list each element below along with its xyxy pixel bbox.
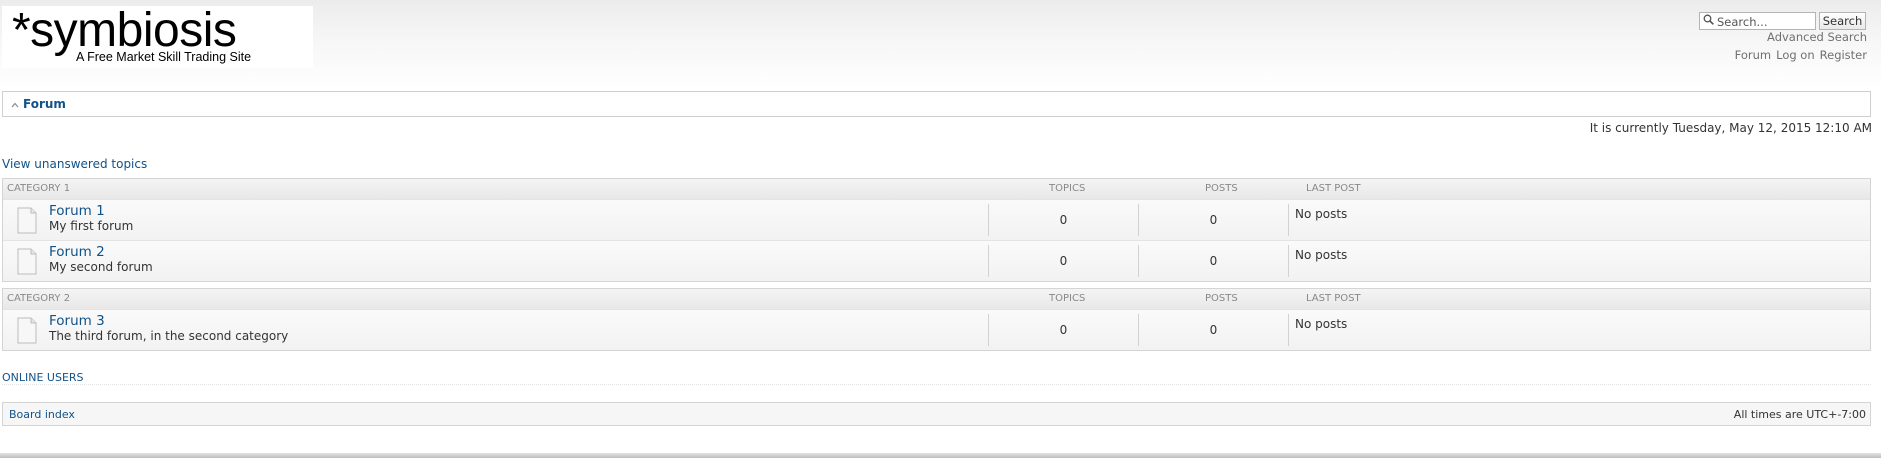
header-link-register[interactable]: Register: [1820, 48, 1867, 62]
column-header-topics: TOPICS: [1049, 293, 1086, 304]
last-post: No posts: [1288, 314, 1868, 346]
header-link-forum[interactable]: Forum: [1735, 48, 1771, 62]
online-users-heading[interactable]: ONLINE USERS: [2, 371, 84, 384]
forum-title-link[interactable]: Forum 3: [49, 313, 105, 329]
nav-bar: Forum: [2, 91, 1871, 117]
forum-title-link[interactable]: Forum 2: [49, 244, 105, 260]
column-header-last-post: LAST POST: [1306, 183, 1361, 194]
current-time: It is currently Tuesday, May 12, 2015 12…: [1589, 121, 1872, 135]
chevron-up-icon[interactable]: [11, 102, 19, 108]
category-block-2: CATEGORY 2 TOPICS POSTS LAST POST Forum …: [2, 288, 1871, 351]
forum-read-icon: [17, 317, 37, 344]
advanced-search-link[interactable]: Advanced Search: [1767, 30, 1867, 44]
column-header-posts: POSTS: [1205, 293, 1238, 304]
column-header-last-post: LAST POST: [1306, 293, 1361, 304]
posts-count: 0: [1138, 314, 1288, 346]
forum-row: Forum 3 The third forum, in the second c…: [3, 309, 1870, 350]
breadcrumb-forum[interactable]: Forum: [23, 97, 66, 111]
bottom-border: [0, 453, 1881, 458]
site-logo[interactable]: *symbiosis A Free Market Skill Trading S…: [2, 4, 313, 68]
forum-read-icon: [17, 207, 37, 234]
board-index-link[interactable]: Board index: [9, 408, 75, 421]
forum-row: Forum 1 My first forum 0 0 No posts: [3, 199, 1870, 240]
category-name[interactable]: CATEGORY 2: [7, 293, 70, 304]
forum-description: My first forum: [49, 219, 134, 233]
forum-read-icon: [17, 248, 37, 275]
view-unanswered-link[interactable]: View unanswered topics: [2, 157, 147, 171]
category-name[interactable]: CATEGORY 1: [7, 183, 70, 194]
last-post: No posts: [1288, 204, 1868, 236]
header-link-log-on[interactable]: Log on: [1776, 48, 1815, 62]
forum-description: The third forum, in the second category: [49, 329, 289, 343]
divider: [2, 384, 1871, 385]
logo-tagline: A Free Market Skill Trading Site: [76, 50, 252, 64]
search-button[interactable]: Search: [1819, 12, 1866, 30]
forum-description: My second forum: [49, 260, 153, 274]
category-header: CATEGORY 1 TOPICS POSTS LAST POST: [3, 179, 1870, 199]
footer-bar: Board index All times are UTC+-7:00: [2, 402, 1871, 426]
posts-count: 0: [1138, 204, 1288, 236]
column-header-posts: POSTS: [1205, 183, 1238, 194]
topics-count: 0: [988, 245, 1138, 277]
topics-count: 0: [988, 314, 1138, 346]
column-header-topics: TOPICS: [1049, 183, 1086, 194]
topics-count: 0: [988, 204, 1138, 236]
category-header: CATEGORY 2 TOPICS POSTS LAST POST: [3, 289, 1870, 309]
timezone-text: All times are UTC+-7:00: [1733, 408, 1866, 421]
search-icon: [1703, 14, 1714, 25]
header-links: Forum Log on Register: [1730, 48, 1867, 62]
category-block-1: CATEGORY 1 TOPICS POSTS LAST POST Forum …: [2, 178, 1871, 282]
posts-count: 0: [1138, 245, 1288, 277]
search-input[interactable]: Search...: [1699, 12, 1816, 30]
last-post: No posts: [1288, 245, 1868, 277]
search-placeholder: Search...: [1717, 15, 1768, 29]
forum-title-link[interactable]: Forum 1: [49, 203, 105, 219]
forum-row: Forum 2 My second forum 0 0 No posts: [3, 240, 1870, 281]
